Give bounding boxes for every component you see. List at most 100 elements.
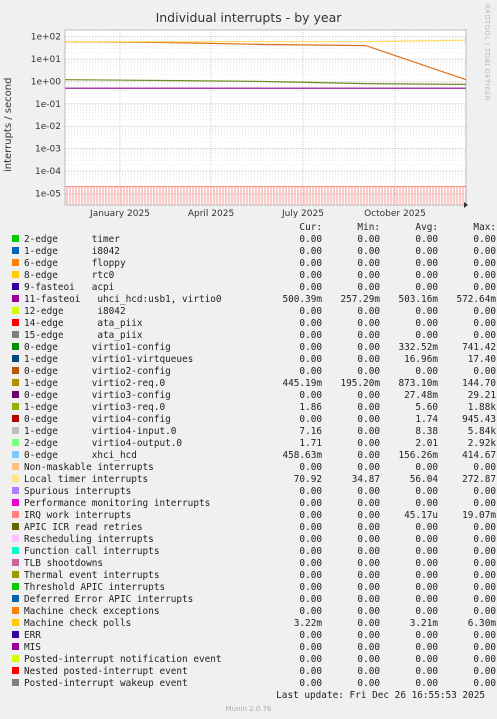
- legend-row: Deferred Error APIC interrupts 0.00 0.00 0.…: [10, 594, 496, 606]
- legend-cur: 0.00: [299, 270, 322, 281]
- y-tick-label: 1e-01: [35, 100, 61, 110]
- legend-min: 0.00: [357, 606, 380, 617]
- plot-background: [65, 30, 466, 205]
- legend-avg: 0.00: [415, 234, 438, 245]
- legend-row: Machine check polls 3.22m 0.00 3.21m 6.30m: [10, 618, 496, 630]
- legend-row: Posted-interrupt wakeup event 0.00 0.00 0.0…: [10, 678, 496, 690]
- y-tick-label: 1e-04: [35, 167, 61, 177]
- legend-avg: 0.00: [415, 282, 438, 293]
- legend-swatch: [12, 451, 19, 458]
- legend-min: 0.00: [357, 438, 380, 449]
- legend-max: 29.21: [467, 390, 496, 401]
- legend-min: 0.00: [357, 342, 380, 353]
- legend-avg: 0.00: [415, 270, 438, 281]
- legend-max: 6.30m: [467, 618, 496, 629]
- legend-avg: 56.04: [409, 474, 438, 485]
- legend-name: Thermal event interrupts: [24, 570, 160, 581]
- legend-row: TLB shootdowns 0.00 0.00 0.00 0.00: [10, 558, 496, 570]
- legend-cur: 0.00: [299, 234, 322, 245]
- legend-name: 1-edge virtio2-req.0: [24, 378, 166, 389]
- legend-row: Posted-interrupt notification event 0.00 0…: [10, 654, 496, 666]
- legend-swatch: [12, 607, 19, 614]
- legend-swatch: [12, 655, 19, 662]
- legend-min: 257.29m: [340, 294, 380, 305]
- legend-avg: 0.00: [415, 594, 438, 605]
- legend-swatch: [12, 319, 19, 326]
- legend-cur: 0.00: [299, 606, 322, 617]
- legend-max: 272.87: [462, 474, 496, 485]
- legend-avg: 0.00: [415, 522, 438, 533]
- legend-cur: 0.00: [299, 414, 322, 425]
- legend-min: 0.00: [357, 270, 380, 281]
- legend-name: 0-edge virtio3-config: [24, 390, 171, 401]
- legend-max: 0.00: [473, 642, 496, 653]
- legend-max: 0.00: [473, 558, 496, 569]
- y-tick-label: 1e+02: [31, 33, 61, 43]
- legend-max: 0.00: [473, 594, 496, 605]
- legend-min: 0.00: [357, 594, 380, 605]
- legend-avg: 16.96m: [404, 354, 438, 365]
- legend-row: 9-fasteoi acpi 0.00 0.00 0.00 0.00: [10, 282, 496, 294]
- legend-avg: 8.38: [415, 426, 438, 437]
- legend-cur: 0.00: [299, 570, 322, 581]
- legend-avg: 0.00: [415, 258, 438, 269]
- legend-max: 0.00: [473, 462, 496, 473]
- legend-max: 2.92k: [467, 438, 496, 449]
- legend-avg: 0.00: [415, 462, 438, 473]
- legend-swatch: [12, 283, 19, 290]
- legend-avg: 0.00: [415, 366, 438, 377]
- legend-swatch: [12, 307, 19, 314]
- legend-avg: 0.00: [415, 306, 438, 317]
- legend-max: 0.00: [473, 522, 496, 533]
- legend-swatch: [12, 619, 19, 626]
- legend-avg: 0.00: [415, 246, 438, 257]
- legend-swatch: [12, 271, 19, 278]
- y-tick-label: 1e-02: [35, 122, 61, 132]
- legend-min: 0.00: [357, 618, 380, 629]
- legend-swatch: [12, 583, 19, 590]
- legend-name: Function call interrupts: [24, 546, 160, 557]
- legend-row: 15-edge ata_piix 0.00 0.00 0.00 0.00: [10, 330, 496, 342]
- legend-max: 144.70: [462, 378, 496, 389]
- legend-swatch: [12, 547, 19, 554]
- legend-swatch: [12, 559, 19, 566]
- legend-min: 0.00: [357, 522, 380, 533]
- legend-name: 6-edge floppy: [24, 258, 126, 269]
- legend-max: 0.00: [473, 258, 496, 269]
- header-max: Max:: [473, 222, 496, 233]
- legend-row: 0-edge virtio1-config 0.00 0.00 332.52m 741.…: [10, 342, 496, 354]
- legend-cur: 0.00: [299, 354, 322, 365]
- legend-row: 1-edge virtio3-req.0 1.86 0.00 5.60 1.88k: [10, 402, 496, 414]
- legend-cur: 70.92: [293, 474, 322, 485]
- legend-min: 0.00: [357, 486, 380, 497]
- legend-min: 0.00: [357, 570, 380, 581]
- legend-row: Threshold APIC interrupts 0.00 0.00 0.00 0.0…: [10, 582, 496, 594]
- legend-name: 0-edge virtio4-config: [24, 414, 171, 425]
- legend-row: ERR 0.00 0.00 0.00 0.00: [10, 630, 496, 642]
- legend-avg: 2.01: [415, 438, 438, 449]
- legend-max: 0.00: [473, 534, 496, 545]
- legend-cur: 0.00: [299, 258, 322, 269]
- legend-name: Posted-interrupt wakeup event: [24, 678, 188, 689]
- legend-name: 14-edge ata_piix: [24, 318, 143, 329]
- legend-swatch: [12, 427, 19, 434]
- x-tick-label: July 2025: [281, 209, 324, 219]
- legend-min: 0.00: [357, 546, 380, 557]
- legend-row: 0-edge xhci_hcd 458.63m 0.00 156.26m 414.67: [10, 450, 496, 462]
- legend-swatch: [12, 379, 19, 386]
- legend-name: 0-edge virtio1-config: [24, 342, 171, 353]
- legend-name: Threshold APIC interrupts: [24, 582, 166, 593]
- legend-cur: 0.00: [299, 642, 322, 653]
- legend-cur: 0.00: [299, 534, 322, 545]
- y-tick-label: 1e+00: [31, 77, 62, 87]
- legend-max: 0.00: [473, 570, 496, 581]
- x-tick-label: October 2025: [364, 209, 426, 219]
- legend-row: Local timer interrupts 70.92 34.87 56.04 272…: [10, 474, 496, 486]
- legend-cur: 0.00: [299, 654, 322, 665]
- legend-avg: 0.00: [415, 318, 438, 329]
- legend-swatch: [12, 367, 19, 374]
- legend-min: 0.00: [357, 534, 380, 545]
- legend-cur: 0.00: [299, 246, 322, 257]
- legend-swatch: [12, 679, 19, 686]
- legend-min: 0.00: [357, 630, 380, 641]
